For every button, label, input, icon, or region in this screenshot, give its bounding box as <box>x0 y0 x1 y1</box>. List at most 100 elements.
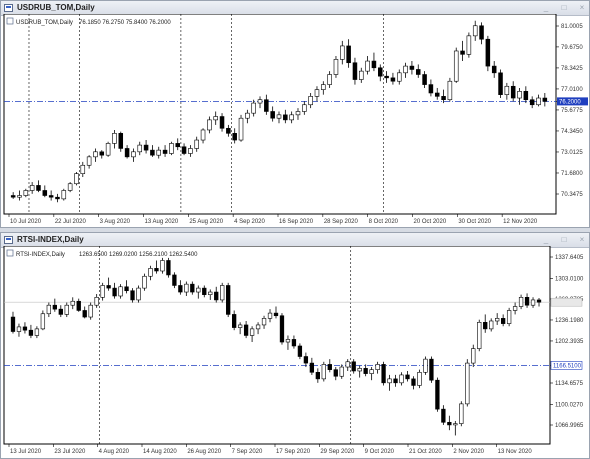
candle-body <box>200 129 206 141</box>
candle-body <box>130 290 135 301</box>
candle-body <box>381 364 386 384</box>
candle-body <box>48 195 54 198</box>
candle-body <box>429 358 434 381</box>
candle-body <box>70 300 75 306</box>
candle-body <box>393 378 398 384</box>
x-tick-label: 13 Aug 2020 <box>145 219 179 225</box>
candle-body <box>131 151 136 158</box>
candle-body <box>232 133 237 141</box>
candle-body <box>10 316 16 332</box>
x-tick-label: 4 Aug 2020 <box>99 449 130 455</box>
y-tick-label: 71.6800 <box>561 171 583 177</box>
plot-area <box>3 14 557 215</box>
y-tick-label: 1337.6405 <box>555 255 584 261</box>
x-tick-label: 7 Sep 2020 <box>232 449 263 455</box>
candle-body <box>471 348 476 364</box>
candle-body <box>523 91 529 101</box>
x-tick-label: 8 Oct 2020 <box>369 219 399 225</box>
candle-body <box>441 96 446 101</box>
candle-body <box>261 318 267 326</box>
candle-body <box>17 195 22 198</box>
candle-body <box>232 314 237 328</box>
candle-body <box>510 85 516 99</box>
candle-body <box>196 287 201 293</box>
candle-body <box>175 143 180 148</box>
y-tick-label: 1236.1980 <box>555 318 584 324</box>
bid-price-box <box>550 297 583 307</box>
y-tick-label: 78.3425 <box>561 66 583 72</box>
candle-body <box>434 92 440 97</box>
candle-body <box>309 362 315 373</box>
candle-body <box>415 69 421 75</box>
candle-body <box>99 151 105 156</box>
x-tick-label: 4 Sep 2020 <box>234 219 265 225</box>
candle-body <box>498 72 503 95</box>
candle-body <box>249 328 255 336</box>
candle-body <box>16 326 22 332</box>
candle-body <box>22 326 28 331</box>
candle-body <box>156 149 162 156</box>
candle-body <box>297 345 303 357</box>
minimize-icon[interactable]: _ <box>541 233 551 247</box>
candle-body <box>105 143 111 156</box>
candle-body <box>136 287 141 301</box>
candle-body <box>88 304 93 318</box>
candle-body <box>118 133 124 149</box>
candle-body <box>169 143 174 154</box>
candle-body <box>52 304 57 310</box>
y-tick-label: 1303.0100 <box>555 276 584 282</box>
candle-body <box>42 190 48 196</box>
candle-body <box>285 339 291 343</box>
chart-legend-icon <box>6 249 14 257</box>
candle-body <box>214 291 219 301</box>
candle-body <box>226 127 231 134</box>
current-price-label: 76.2000 <box>559 100 581 106</box>
y-tick-label: 1134.6575 <box>555 381 584 387</box>
x-tick-label: 13 Jul 2020 <box>10 449 42 455</box>
candle-body <box>202 287 207 295</box>
chart-legend-symbol: RTSI-INDEX,Daily <box>16 252 65 258</box>
candle-body <box>346 45 351 64</box>
candle-body <box>363 368 368 374</box>
candle-body <box>314 89 320 97</box>
candle-body <box>28 329 34 336</box>
maximize-icon[interactable]: □ <box>559 1 569 15</box>
candle-body <box>55 196 60 200</box>
candle-body <box>112 287 117 297</box>
candle-body <box>137 144 143 153</box>
candle-body <box>308 96 313 106</box>
candle-body <box>530 299 536 306</box>
y-tick-label: 77.0100 <box>561 87 583 93</box>
candle-body <box>369 369 374 374</box>
x-tick-label: 22 Jul 2020 <box>55 219 87 225</box>
candle-body <box>295 111 301 116</box>
x-tick-label: 21 Oct 2020 <box>409 449 442 455</box>
minimize-icon[interactable]: _ <box>541 1 551 15</box>
candle-body <box>485 38 491 67</box>
x-tick-label: 29 Sep 2020 <box>320 449 355 455</box>
candle-body <box>124 286 129 292</box>
candle-body <box>251 102 256 114</box>
close-icon[interactable]: × <box>577 1 587 15</box>
candle-body <box>150 149 155 156</box>
close-icon[interactable]: × <box>577 233 587 247</box>
window-title: USDRUB_TOM,Daily <box>17 3 95 12</box>
candle-body <box>327 364 332 370</box>
y-tick-label: 1100.0270 <box>555 402 584 408</box>
x-tick-label: 26 Aug 2020 <box>187 449 221 455</box>
candle-body <box>517 91 522 99</box>
candle-body <box>483 322 488 330</box>
candle-body <box>333 369 338 377</box>
usdrub-chart[interactable]: 81.0005 79.6750 78.3425 77.0100 76.2000 75.67… <box>0 14 590 228</box>
maximize-icon[interactable]: □ <box>559 233 569 247</box>
candle-body <box>357 368 362 372</box>
candle-body <box>279 315 285 343</box>
rtsi-chart[interactable]: 1337.64051303.01001269.97851236.19801202… <box>0 246 590 459</box>
candle-body <box>435 379 440 410</box>
candle-body <box>351 361 356 372</box>
y-tick-label: 81.0005 <box>561 24 583 30</box>
candle-body <box>190 283 195 293</box>
candle-body <box>270 111 275 119</box>
x-tick-label: 30 Oct 2020 <box>458 219 491 225</box>
candle-body <box>321 364 326 380</box>
